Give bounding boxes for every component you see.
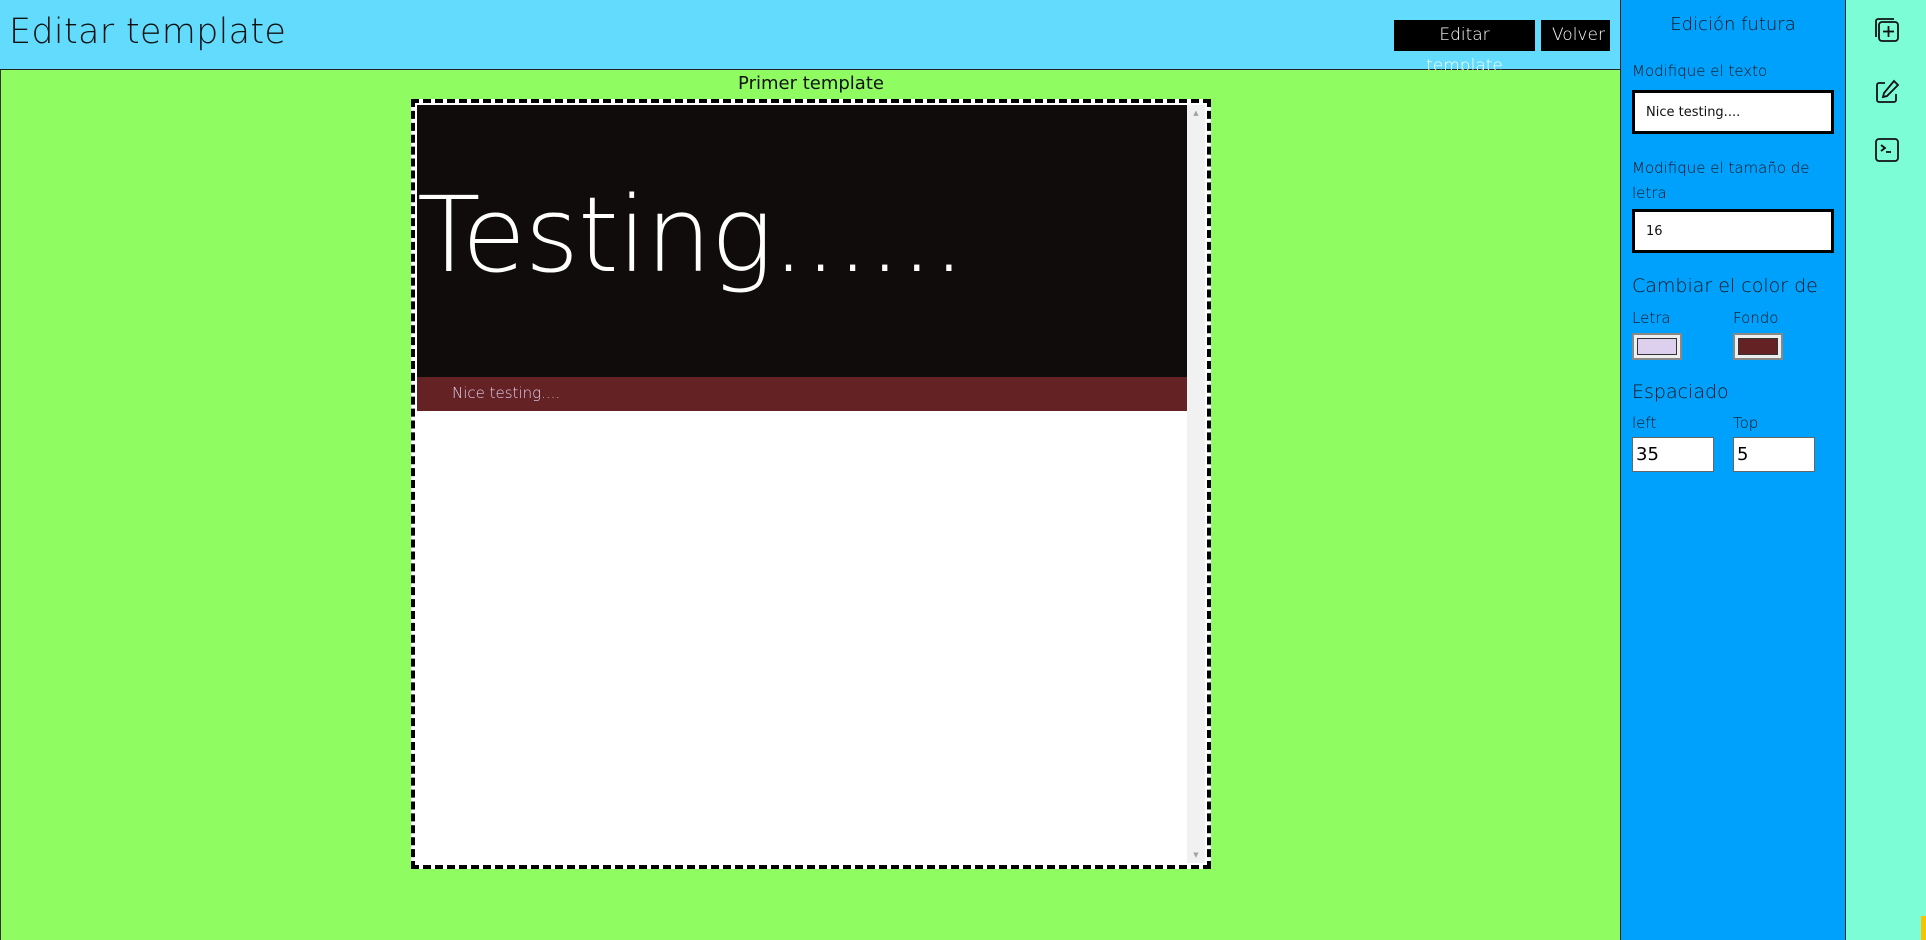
preview-hero-text[interactable]: Testing...... — [417, 183, 965, 287]
header: Editar template Editar template Volver — [0, 0, 1620, 76]
preview-hero[interactable]: Testing...... — [417, 105, 1189, 377]
terminal-icon[interactable] — [1871, 134, 1903, 166]
bg-color-label: Fondo — [1733, 309, 1779, 327]
preview-scrollbar[interactable]: ▲ ▼ — [1187, 105, 1205, 863]
back-button[interactable]: Volver — [1541, 20, 1610, 51]
scroll-down-icon[interactable]: ▼ — [1187, 847, 1205, 863]
color-heading: Cambiar el color de — [1632, 275, 1818, 297]
edit-template-button[interactable]: Editar template — [1394, 20, 1535, 76]
app-root: Editar template Editar template Volver P… — [0, 0, 1926, 940]
scroll-up-icon[interactable]: ▲ — [1187, 105, 1205, 121]
add-template-icon[interactable] — [1871, 14, 1903, 46]
font-color-picker[interactable] — [1632, 333, 1682, 360]
text-label: Modifique el texto — [1632, 62, 1768, 80]
canvas-area: Primer template Testing...... Nice testi… — [0, 70, 1620, 940]
edit-icon[interactable] — [1871, 76, 1903, 108]
template-name: Primer template — [738, 73, 884, 94]
corner-accent — [1921, 916, 1926, 940]
font-color-fill — [1637, 338, 1677, 355]
font-color-label: Letra — [1632, 309, 1671, 327]
spacing-left-input[interactable] — [1632, 437, 1714, 472]
page-title: Editar template — [9, 12, 287, 52]
template-preview[interactable]: Testing...... Nice testing.... ▲ ▼ — [417, 105, 1205, 863]
font-size-label: Modifique el tamaño de letra — [1632, 159, 1810, 202]
icon-rail — [1846, 0, 1926, 940]
font-size-input[interactable] — [1632, 209, 1834, 253]
edit-panel: Edición futura Modifique el texto Modifi… — [1620, 0, 1846, 940]
spacing-heading: Espaciado — [1632, 381, 1729, 403]
spacing-top-label: Top — [1733, 414, 1759, 432]
bg-color-fill — [1738, 338, 1778, 355]
bg-color-picker[interactable] — [1733, 333, 1783, 360]
preview-text-bar[interactable]: Nice testing.... — [417, 377, 1189, 411]
spacing-left-label: left — [1632, 414, 1657, 432]
text-input[interactable] — [1632, 90, 1834, 134]
template-preview-frame: Testing...... Nice testing.... ▲ ▼ — [411, 99, 1211, 869]
panel-title: Edición futura — [1670, 14, 1796, 35]
spacing-top-input[interactable] — [1733, 437, 1815, 472]
preview-bar-text[interactable]: Nice testing.... — [452, 384, 560, 402]
